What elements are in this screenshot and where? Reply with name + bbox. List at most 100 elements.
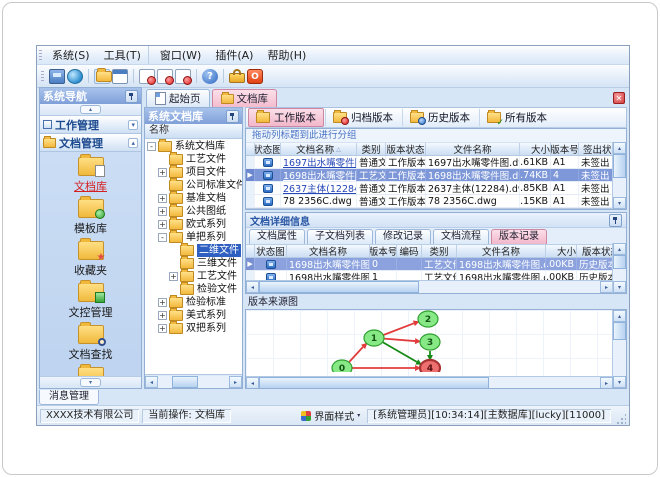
column-header[interactable]: 文件名称	[457, 245, 546, 257]
tree-node[interactable]: + 欧式系列	[145, 217, 242, 231]
lock-icon[interactable]	[229, 69, 245, 83]
sidebar-expand-strip[interactable]: ▾	[40, 376, 141, 388]
tree-node[interactable]: + 工艺文件	[145, 269, 242, 283]
detail-tab[interactable]: 版本记录	[491, 229, 547, 244]
tree-node[interactable]: + 检验标准	[145, 295, 242, 309]
tree-node[interactable]: 工艺文件	[145, 152, 242, 166]
version-filter-button[interactable]: 所有版本	[479, 108, 555, 128]
tree-node[interactable]: + 项目文件	[145, 165, 242, 179]
tree-node[interactable]: 检验文件	[145, 282, 242, 296]
tree-node[interactable]: + 基准文档	[145, 191, 242, 205]
chevron-up-icon[interactable]: ▴	[128, 137, 138, 148]
detail-tab[interactable]: 子文档列表	[307, 229, 373, 244]
table-vertical-scrollbar[interactable]: ▴ ▾	[612, 142, 626, 209]
document-name-cell[interactable]: 78 2356C.dwg	[281, 195, 357, 207]
column-header[interactable]: 文档名称	[287, 245, 370, 257]
tree-expander[interactable]: -	[158, 233, 167, 242]
menu-item[interactable]: 插件(A)	[208, 46, 260, 64]
report-doc-icon-3[interactable]	[175, 68, 192, 85]
document-row[interactable]: ▶ 1698出水嘴零件图.dwg 工艺文件 工作版本 1698出水嘴零件图.dw…	[246, 169, 626, 182]
pin-icon[interactable]	[226, 109, 239, 123]
tree-node[interactable]: + 美式系列	[145, 308, 242, 322]
column-header[interactable]: 状态图	[255, 245, 287, 257]
tree-node[interactable]: - 系统文档库	[145, 139, 242, 153]
version-filter-button[interactable]: 归档版本	[325, 108, 401, 127]
column-header[interactable]: 版本号	[551, 143, 579, 155]
tree-expander[interactable]: +	[158, 168, 167, 177]
tree-expander[interactable]: +	[158, 324, 167, 333]
report-doc-icon-2[interactable]	[157, 68, 174, 85]
tree-node[interactable]: 三维文件	[145, 256, 242, 270]
version-filter-button[interactable]: 工作版本	[248, 108, 324, 127]
menu-item[interactable]: 工具(T)	[97, 46, 149, 64]
tab[interactable]: 起始页	[146, 89, 210, 107]
close-tab-button[interactable]: ✕	[613, 92, 625, 104]
sidebar-item[interactable]: 文件夹查找	[63, 364, 118, 376]
table-horizontal-scrollbar[interactable]: ◂▸	[246, 208, 613, 209]
menu-item[interactable]: 窗口(W)	[153, 46, 208, 64]
column-header[interactable]: 状态图	[255, 143, 281, 155]
tree-expander[interactable]: +	[158, 194, 167, 203]
tab[interactable]: 文档库	[211, 89, 277, 107]
version-record-row[interactable]: ▶ 1698出水嘴零件图.dwg 1 工艺文件 1698出水嘴零件图.dwg 7…	[246, 271, 626, 280]
tree-expander[interactable]: +	[158, 207, 167, 216]
document-row[interactable]: ▶ 78 2356C.dwg 普通文档 工作版本 78 2356C.dwg 18…	[246, 195, 626, 208]
sidebar-collapse-strip[interactable]: ▴	[40, 104, 141, 116]
sidebar-item[interactable]: 文档库	[74, 154, 107, 194]
chevron-down-icon[interactable]: ▾	[128, 119, 138, 130]
sidebar-item[interactable]: 文控管理	[69, 280, 113, 320]
tree-node[interactable]: + 双把系列	[145, 321, 242, 335]
tree-column-header[interactable]: 名称	[145, 124, 242, 139]
calendar-icon[interactable]	[112, 68, 128, 84]
column-header[interactable]: 大小	[520, 143, 551, 155]
tree-expander[interactable]: -	[147, 142, 156, 151]
tab-message-management[interactable]: 消息管理	[39, 390, 99, 405]
tree-expander[interactable]: +	[158, 311, 167, 320]
column-header[interactable]: 版本号	[370, 245, 397, 257]
exit-icon[interactable]: O	[247, 68, 263, 84]
column-header[interactable]: 类别	[422, 245, 457, 257]
ui-style-selector[interactable]: 界面样式 ▾	[297, 409, 364, 423]
document-row[interactable]: ▶ 2637主体(12284).dwg 普通文档 工作版本 2637主体(122…	[246, 182, 626, 195]
column-header[interactable]: 编码	[397, 245, 422, 257]
workspace-icon[interactable]	[49, 68, 65, 84]
sidebar-item[interactable]: 收藏夹	[74, 238, 107, 278]
tree-node[interactable]: 公司标准文件	[145, 178, 242, 192]
graph-horizontal-scrollbar[interactable]: ◂ ▸	[246, 376, 613, 388]
pin-icon[interactable]	[609, 213, 622, 227]
detail-tab[interactable]: 修改记录	[375, 229, 431, 244]
document-name-cell[interactable]: 1698出水嘴零件图.dwg	[281, 169, 357, 181]
document-name-cell[interactable]: 2637主体(12284).dwg	[281, 182, 357, 194]
column-header[interactable]: 类别	[357, 143, 386, 155]
sidebar-item[interactable]: 文档查找	[69, 322, 113, 362]
column-header[interactable]: 大小	[546, 245, 577, 257]
sidebar-group-document-management[interactable]: 文档管理 ▴	[40, 134, 141, 152]
column-header[interactable]: 版本状态	[386, 143, 426, 155]
version-filter-button[interactable]: 历史版本	[402, 108, 478, 127]
tree-horizontal-scrollbar[interactable]: ◂ ▸	[145, 374, 242, 388]
document-row[interactable]: ▶ 1697出水嘴零件图.dwg 普通文档 工作版本 1697出水嘴零件图.dw…	[246, 156, 626, 169]
sidebar-item[interactable]: 模板库	[74, 196, 107, 236]
document-library-icon[interactable]	[96, 67, 112, 82]
tree-expander[interactable]: +	[158, 220, 167, 229]
version-record-row[interactable]: ▶ 1698出水嘴零件图.dwg 0 工艺文件 1698出水嘴零件图.dwg 7…	[246, 258, 626, 271]
tree-node[interactable]: + 公共图纸	[145, 204, 242, 218]
column-header[interactable]: 文档名称 △	[281, 143, 357, 155]
detail-tab[interactable]: 文档属性	[249, 229, 305, 244]
tree-node[interactable]: - 单把系列	[145, 230, 242, 244]
table-horizontal-scrollbar[interactable]: ◂▸	[246, 280, 613, 293]
sidebar-group-work-management[interactable]: 工作管理 ▾	[40, 116, 141, 134]
version-graph[interactable]: 0 1 2 3 4 ▴ ▾ ◂ ▸	[245, 309, 627, 389]
detail-tab[interactable]: 文档流程	[433, 229, 489, 244]
graph-vertical-scrollbar[interactable]: ▴ ▾	[612, 310, 626, 388]
report-doc-icon-1[interactable]	[139, 68, 156, 85]
tree-expander[interactable]: +	[169, 272, 178, 281]
table-vertical-scrollbar[interactable]: ▴ ▾	[612, 243, 626, 293]
document-name-cell[interactable]: 1697出水嘴零件图.dwg	[281, 156, 357, 168]
menu-item[interactable]: 系统(S)	[45, 46, 97, 64]
tree-expander[interactable]: +	[158, 298, 167, 307]
help-icon[interactable]: ?	[202, 68, 218, 84]
network-globe-icon[interactable]	[67, 68, 83, 84]
group-by-hint[interactable]: 拖动列标题到此进行分组	[246, 129, 626, 143]
column-header[interactable]: 文件名称	[426, 143, 520, 155]
